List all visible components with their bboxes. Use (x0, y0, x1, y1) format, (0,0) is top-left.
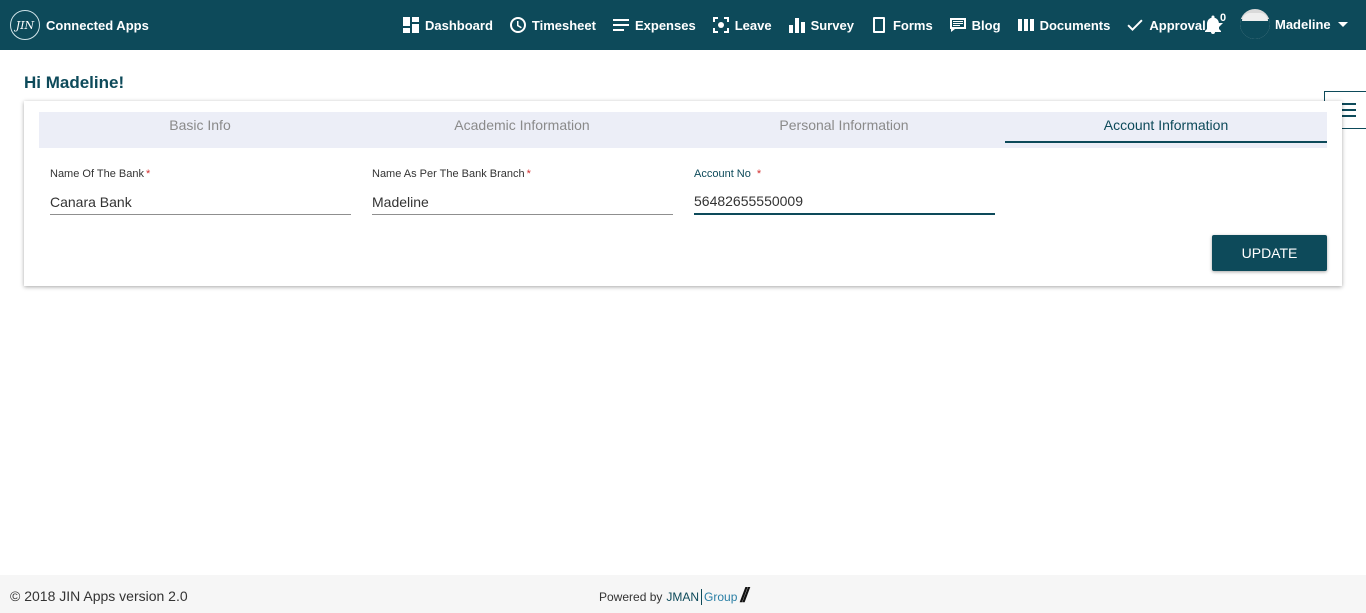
nav-label: Survey (810, 17, 854, 33)
nav-dashboard[interactable]: Dashboard (394, 0, 501, 50)
tab-basic-info[interactable]: Basic Info (39, 112, 361, 148)
field-label-text: Name Of The Bank (50, 168, 144, 180)
jin-logo: JIN (10, 10, 40, 40)
bar-chart-icon (788, 18, 805, 33)
nav-label: Expenses (634, 17, 696, 33)
nav-label: Approval (1149, 17, 1206, 33)
required-marker: * (145, 168, 151, 180)
copyright-text: © 2018 JIN Apps version 2.0 (10, 588, 188, 604)
nav-label: Forms (892, 17, 933, 33)
account-no-label: Account No * (694, 168, 995, 180)
powered-by: Powered by JMAN Group // (599, 585, 749, 608)
clock-icon (509, 17, 526, 33)
notification-count: 0 (1220, 12, 1227, 24)
field-label-text: Name As Per The Bank Branch (372, 168, 525, 180)
list-icon (612, 19, 629, 31)
tab-personal-information[interactable]: Personal Information (683, 112, 1005, 148)
nav-documents[interactable]: Documents (1009, 0, 1119, 50)
nav-forms[interactable]: Forms (862, 0, 941, 50)
avatar (1240, 9, 1270, 39)
powered-by-text: Powered by (599, 589, 663, 604)
brand[interactable]: JIN Connected Apps (10, 9, 149, 41)
group-logo-text: Group (704, 589, 738, 604)
app-name: Connected Apps (46, 17, 149, 33)
user-name: Madeline (1275, 16, 1331, 32)
tab-account-information[interactable]: Account Information (1005, 112, 1327, 148)
dashboard-icon (403, 17, 419, 33)
leave-icon (712, 17, 729, 33)
tab-academic-information[interactable]: Academic Information (361, 112, 683, 148)
bank-name-field: Name Of The Bank * (50, 168, 351, 215)
form-icon (872, 17, 885, 33)
footer: © 2018 JIN Apps version 2.0 Powered by J… (0, 575, 1366, 613)
nav-label: Leave (734, 17, 772, 33)
chevron-down-icon (1337, 21, 1348, 27)
nav-label: Blog (971, 17, 1001, 33)
update-button[interactable]: UPDATE (1212, 235, 1327, 271)
nav-expenses[interactable]: Expenses (604, 0, 704, 50)
notifications-button[interactable]: 0 (1203, 12, 1227, 36)
documents-icon (1017, 19, 1034, 31)
required-marker: * (756, 168, 762, 180)
profile-tabs: Basic Info Academic Information Personal… (39, 112, 1327, 148)
profile-card: Basic Info Academic Information Personal… (24, 101, 1342, 286)
branch-name-field: Name As Per The Bank Branch * (372, 168, 673, 215)
user-menu[interactable]: Madeline (1240, 8, 1348, 40)
account-no-input[interactable] (694, 189, 995, 215)
nav-timesheet[interactable]: Timesheet (501, 0, 604, 50)
bank-name-input[interactable] (50, 189, 351, 215)
top-navbar: JIN Connected Apps Dashboard Timesheet E… (0, 0, 1366, 50)
logo-divider (701, 588, 703, 605)
page-greeting: Hi Madeline! (24, 73, 125, 92)
check-icon (1127, 19, 1143, 31)
required-marker: * (526, 168, 531, 180)
nav-label: Dashboard (425, 17, 493, 33)
field-label-text: Account No (694, 168, 751, 180)
nav-survey[interactable]: Survey (780, 0, 862, 50)
jman-logo-mark: // (740, 585, 748, 607)
nav-label: Documents (1039, 17, 1111, 33)
jman-logo-text: JMAN (666, 589, 700, 604)
nav-label: Timesheet (531, 17, 596, 33)
branch-name-input[interactable] (372, 189, 673, 215)
branch-name-label: Name As Per The Bank Branch * (372, 168, 673, 180)
nav-blog[interactable]: Blog (941, 0, 1009, 50)
bank-name-label: Name Of The Bank * (50, 168, 351, 180)
blog-icon (949, 18, 966, 32)
nav-leave[interactable]: Leave (704, 0, 780, 50)
account-no-field: Account No * (694, 168, 995, 215)
main-nav: Dashboard Timesheet Expenses Leave Surve… (394, 0, 1231, 50)
